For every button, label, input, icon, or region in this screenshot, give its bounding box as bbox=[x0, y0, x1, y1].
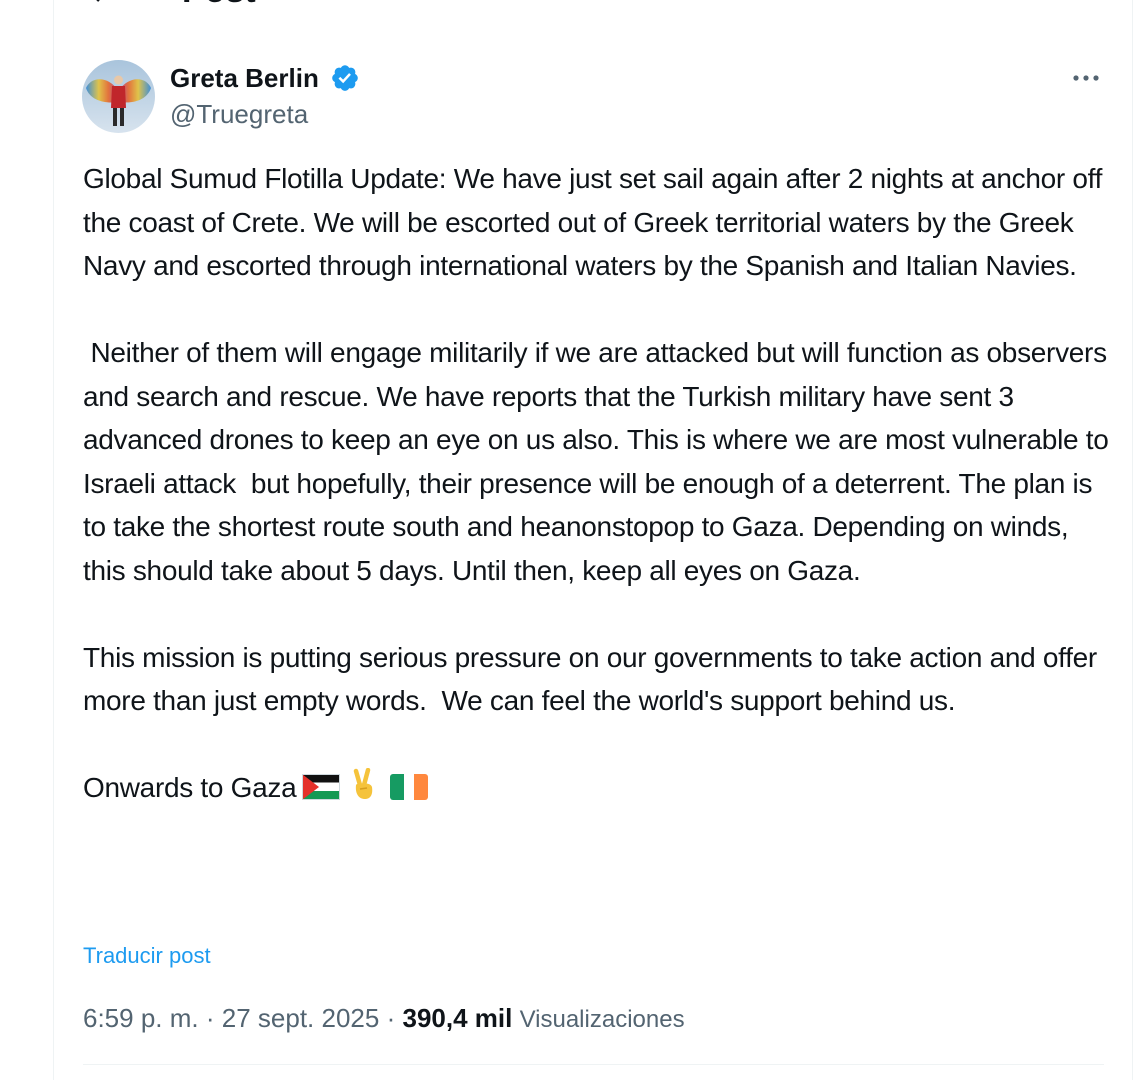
meta-separator: · bbox=[205, 1003, 215, 1033]
views-label: Visualizaciones bbox=[519, 1006, 685, 1033]
victory-hand-icon bbox=[354, 768, 373, 799]
more-options-icon[interactable] bbox=[1068, 66, 1104, 90]
meta-separator: · bbox=[386, 1003, 396, 1033]
divider bbox=[83, 1064, 1104, 1065]
translate-post-link[interactable]: Traducir post bbox=[83, 941, 211, 971]
closing-line-text: Onwards to Gaza bbox=[83, 772, 297, 803]
back-arrow-icon[interactable] bbox=[84, 0, 112, 6]
views-count: 390,4 mil bbox=[402, 1003, 513, 1033]
post-column: Post bbox=[53, 0, 1133, 1080]
post-date[interactable]: 27 sept. 2025 bbox=[222, 1003, 380, 1033]
ireland-flag-icon bbox=[390, 774, 429, 800]
verified-badge-icon[interactable] bbox=[330, 63, 360, 93]
author-handle[interactable]: @Truegreta bbox=[170, 98, 308, 130]
post-paragraph: Global Sumud Flotilla Update: We have ju… bbox=[83, 163, 1110, 281]
page-title: Post bbox=[182, 0, 256, 8]
avatar[interactable] bbox=[82, 60, 155, 133]
avatar-image bbox=[82, 60, 155, 133]
post-metadata: 6:59 p. m. · 27 sept. 2025 · 390,4 mil V… bbox=[83, 1000, 685, 1038]
author-name[interactable]: Greta Berlin bbox=[170, 62, 319, 94]
closing-line: Onwards to Gaza bbox=[83, 766, 1113, 810]
palestine-flag-icon bbox=[302, 774, 341, 800]
post-paragraph: This mission is putting serious pressure… bbox=[83, 641, 1105, 717]
top-bar: Post bbox=[54, 0, 1132, 8]
post-time[interactable]: 6:59 p. m. bbox=[83, 1003, 199, 1033]
post-paragraph: Neither of them will engage militarily i… bbox=[83, 337, 1116, 586]
post-text: Global Sumud Flotilla Update: We have ju… bbox=[83, 157, 1113, 810]
